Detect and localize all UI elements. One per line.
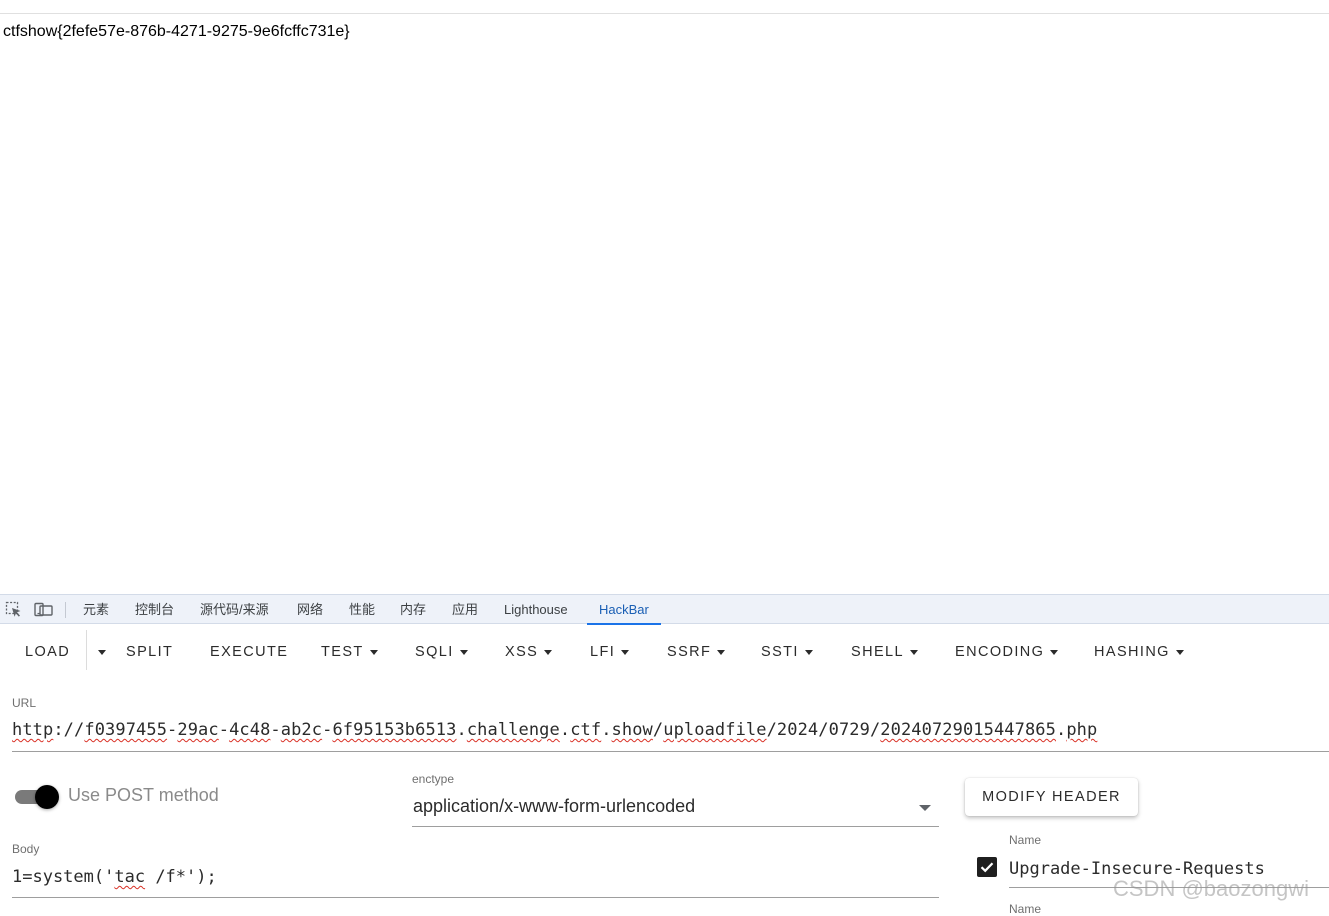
tab-network[interactable]: 网络 <box>297 595 323 624</box>
caret-down-icon <box>369 649 378 655</box>
url-part: 20240729015447865 <box>880 720 1056 740</box>
caret-down-icon <box>1175 649 1184 655</box>
url-part: challenge <box>466 720 560 740</box>
devtools-tabbar: 元素 控制台 源代码/来源 网络 性能 内存 应用 Lighthouse Hac… <box>0 594 1329 625</box>
ssrf-label: SSRF <box>667 644 712 660</box>
tab-lighthouse[interactable]: Lighthouse <box>504 595 568 624</box>
body-input-underline <box>12 897 939 898</box>
url-part: 29ac <box>177 720 219 740</box>
caret-down-icon <box>717 649 726 655</box>
tab-application[interactable]: 应用 <box>452 595 478 624</box>
url-part: ab2c <box>280 720 323 740</box>
ssrf-menu-button[interactable]: SSRF <box>667 630 726 674</box>
shell-label: SHELL <box>851 644 904 660</box>
hackbar-toolbar: LOAD SPLIT EXECUTE TEST SQLI XSS LFI SSR… <box>0 630 1329 674</box>
enctype-underline <box>412 826 939 827</box>
url-part: f0397455 <box>84 720 168 740</box>
lfi-menu-button[interactable]: LFI <box>590 630 630 674</box>
tab-console[interactable]: 控制台 <box>135 595 174 624</box>
tabbar-separator <box>65 602 66 618</box>
url-part: uploadfile <box>663 720 767 740</box>
device-toolbar-icon[interactable] <box>34 601 53 619</box>
tab-hackbar[interactable]: HackBar <box>587 595 661 625</box>
caret-down-icon <box>909 649 918 655</box>
url-part: 4c48 <box>229 720 271 740</box>
enctype-select[interactable]: application/x-www-form-urlencoded <box>413 796 695 817</box>
tab-sources[interactable]: 源代码/来源 <box>200 595 269 624</box>
url-part: - <box>218 720 230 740</box>
ssti-label: SSTI <box>761 644 799 660</box>
toggle-thumb <box>35 785 59 809</box>
url-input-underline <box>12 751 1329 752</box>
tab-performance[interactable]: 性能 <box>349 595 375 624</box>
split-button[interactable]: SPLIT <box>126 630 173 674</box>
url-part: . <box>559 720 571 740</box>
caret-down-icon <box>459 649 468 655</box>
test-menu-button[interactable]: TEST <box>321 630 378 674</box>
modify-header-button[interactable]: MODIFY HEADER <box>965 778 1138 816</box>
caret-down-icon <box>1050 649 1059 655</box>
tab-memory[interactable]: 内存 <box>400 595 426 624</box>
url-part: php <box>1066 720 1098 740</box>
url-part: . <box>1055 720 1067 740</box>
load-button[interactable]: LOAD <box>25 630 70 674</box>
url-part: - <box>322 720 333 740</box>
hashing-label: HASHING <box>1094 644 1170 660</box>
url-part: /2024/0729/ <box>766 720 881 740</box>
sqli-label: SQLI <box>415 644 454 660</box>
url-part: - <box>167 720 178 740</box>
url-input[interactable]: http://f0397455-29ac-4c48-ab2c-6f95153b6… <box>12 720 1097 740</box>
execute-button[interactable]: EXECUTE <box>210 630 288 674</box>
url-part: 6f95153b6513 <box>332 720 457 740</box>
caret-down-icon <box>98 649 106 655</box>
sqli-menu-button[interactable]: SQLI <box>415 630 468 674</box>
encoding-label: ENCODING <box>955 644 1045 660</box>
enctype-label: enctype <box>412 772 455 786</box>
header-enabled-checkbox[interactable] <box>977 857 997 877</box>
load-split-divider <box>86 630 87 670</box>
url-part: http <box>12 720 54 740</box>
url-part: . <box>456 720 467 740</box>
inspect-element-icon[interactable] <box>5 601 23 619</box>
post-method-toggle[interactable] <box>15 785 59 809</box>
tab-elements[interactable]: 元素 <box>83 595 109 624</box>
ssti-menu-button[interactable]: SSTI <box>761 630 813 674</box>
header-name-label: Name <box>1009 833 1042 847</box>
caret-down-icon <box>804 649 813 655</box>
devtools-panel: 元素 控制台 源代码/来源 网络 性能 内存 应用 Lighthouse Hac… <box>0 594 1329 916</box>
xss-menu-button[interactable]: XSS <box>505 630 553 674</box>
load-dropdown-button[interactable] <box>92 630 106 674</box>
url-part: :// <box>53 720 85 740</box>
page-top-rule <box>0 13 1329 14</box>
header-name-label: Name <box>1009 902 1042 916</box>
encoding-menu-button[interactable]: ENCODING <box>955 630 1059 674</box>
test-label: TEST <box>321 644 364 660</box>
dropdown-arrow-icon[interactable] <box>919 805 931 811</box>
url-part: . <box>601 720 612 740</box>
hashing-menu-button[interactable]: HASHING <box>1094 630 1184 674</box>
watermark: CSDN @baozongwi <box>1113 876 1309 901</box>
caret-down-icon <box>621 649 630 655</box>
body-text: tac <box>114 867 146 887</box>
url-part: ctf <box>570 720 602 740</box>
lfi-label: LFI <box>590 644 616 660</box>
url-part: show <box>611 720 653 740</box>
body-label: Body <box>12 842 40 856</box>
body-text: /f*'); <box>145 867 217 887</box>
page-content-text: ctfshow{2fefe57e-876b-4271-9275-9e6fcffc… <box>3 23 350 40</box>
body-text: 1=system(' <box>12 867 115 887</box>
checkmark-icon <box>980 862 994 873</box>
post-method-label: Use POST method <box>68 785 219 805</box>
url-part: - <box>270 720 281 740</box>
caret-down-icon <box>544 649 553 655</box>
body-input[interactable]: 1=system('tac /f*'); <box>12 867 217 887</box>
url-label: URL <box>12 696 37 710</box>
shell-menu-button[interactable]: SHELL <box>851 630 918 674</box>
xss-label: XSS <box>505 644 539 660</box>
url-part: / <box>652 720 664 740</box>
